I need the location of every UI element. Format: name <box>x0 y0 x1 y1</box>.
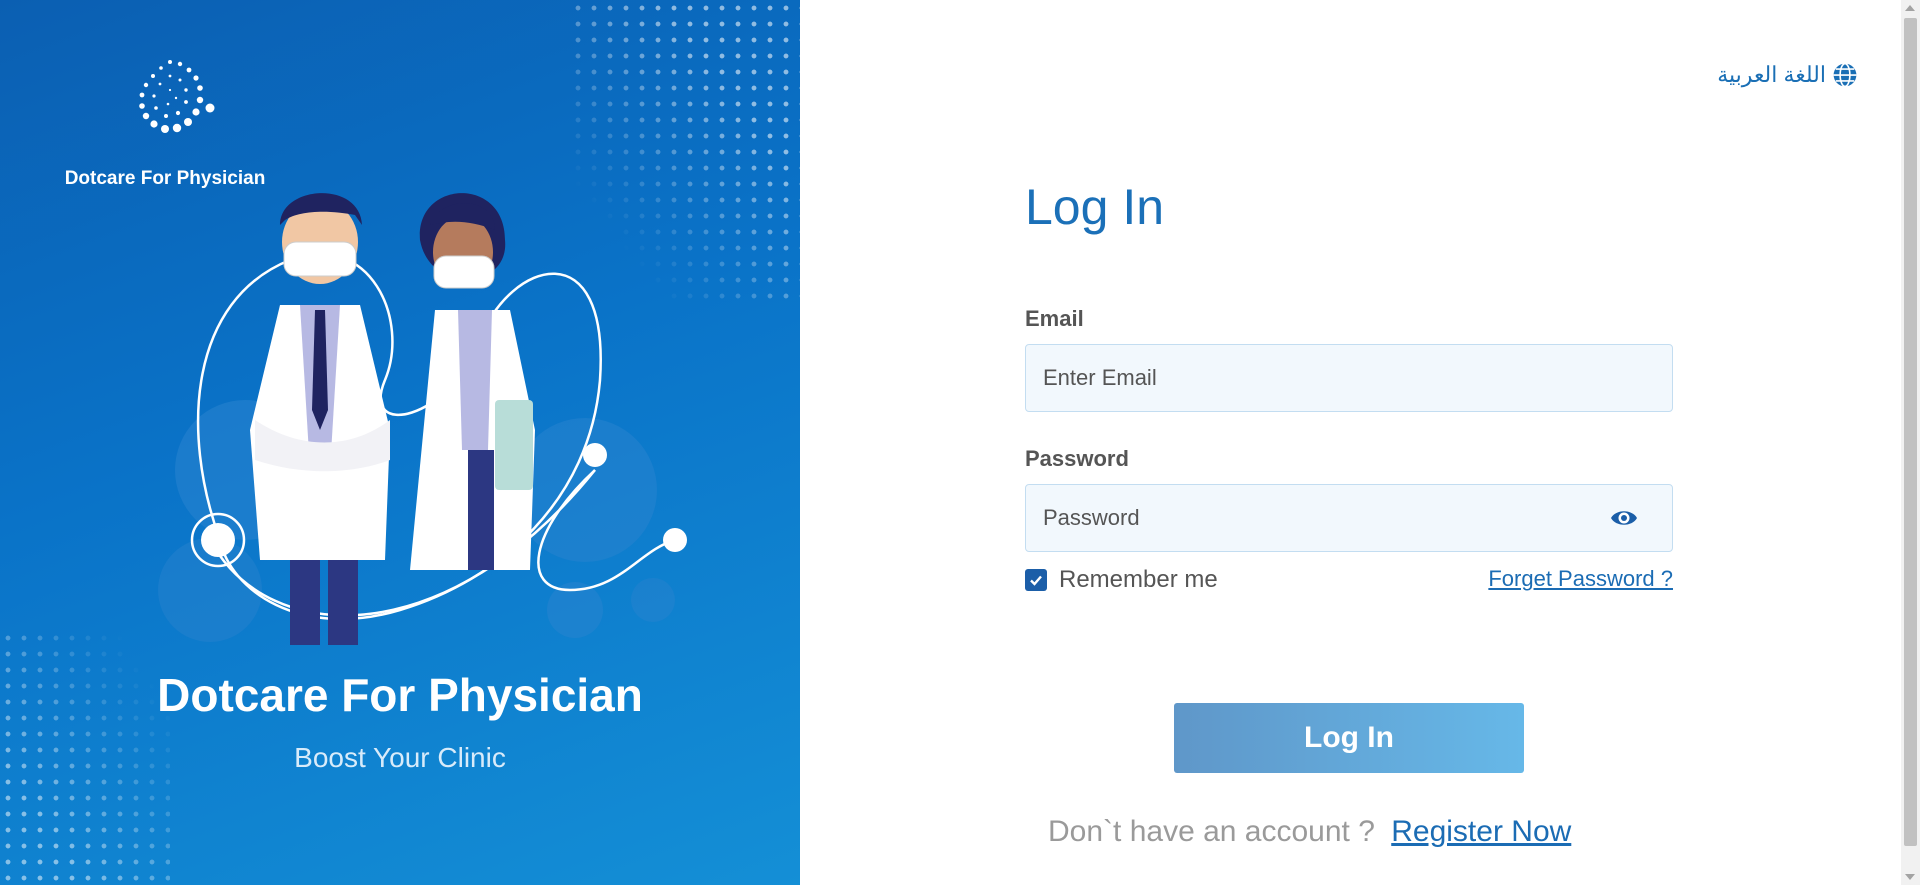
language-label: اللغة العربية <box>1717 62 1826 87</box>
password-label: Password <box>1025 446 1129 471</box>
remember-me-checkbox[interactable] <box>1025 569 1047 591</box>
login-button[interactable]: Log In <box>1174 703 1524 773</box>
show-password-eye-icon[interactable] <box>1610 506 1638 530</box>
password-field-box <box>1025 484 1673 552</box>
scroll-down-arrow-icon[interactable] <box>1905 874 1915 880</box>
scrollbar-thumb[interactable] <box>1904 18 1917 846</box>
scroll-up-arrow-icon[interactable] <box>1905 5 1915 11</box>
remember-me-label: Remember me <box>1059 566 1218 593</box>
language-switch[interactable]: اللغة العربية <box>1717 62 1858 88</box>
email-input[interactable] <box>1043 365 1603 391</box>
signup-prompt: Don`t have an account ? Register Now <box>1048 815 1571 849</box>
brand-panel: Dotcare For Physician Dotcare For Physic… <box>0 0 800 885</box>
email-field-box <box>1025 344 1673 412</box>
no-account-text: Don`t have an account ? <box>1048 815 1375 848</box>
doctors-illustration <box>158 193 687 645</box>
password-input[interactable] <box>1043 505 1603 531</box>
hero-title: Dotcare For Physician <box>157 669 643 721</box>
login-title: Log In <box>1025 179 1165 235</box>
globe-icon <box>1833 62 1857 88</box>
hero-subtitle: Boost Your Clinic <box>294 742 506 773</box>
remember-me: Remember me <box>1025 566 1218 594</box>
check-icon <box>1030 575 1042 586</box>
dotcare-logo-icon <box>139 60 215 133</box>
forgot-password-link[interactable]: Forget Password ? <box>1488 566 1673 592</box>
page-scrollbar[interactable] <box>1901 0 1920 885</box>
email-label: Email <box>1025 306 1084 331</box>
register-now-link[interactable]: Register Now <box>1391 815 1571 848</box>
